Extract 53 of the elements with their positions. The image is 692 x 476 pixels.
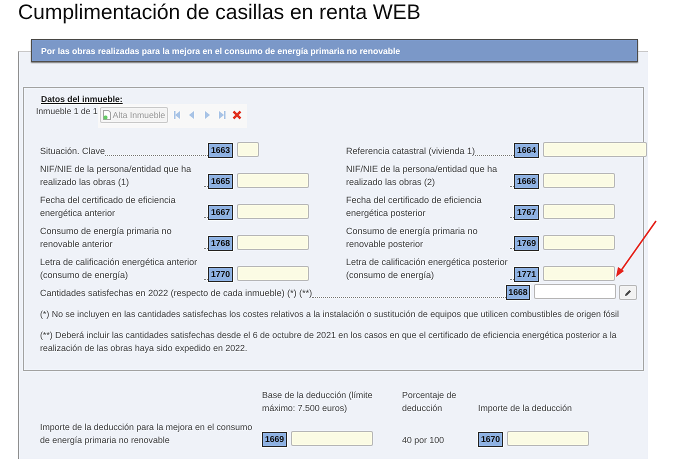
column-header: Importe de la deducción — [478, 402, 573, 415]
box-code: 1668 — [506, 285, 530, 300]
edit-button[interactable] — [619, 285, 637, 300]
box-code: 1771 — [514, 267, 539, 282]
input-field[interactable] — [237, 173, 309, 188]
field-label: Referencia catastral (vivienda 1) — [346, 145, 476, 158]
input-field[interactable] — [543, 173, 615, 188]
input-field[interactable] — [237, 266, 309, 281]
field-label: Letra de calificación energética posterior (consumo de energía) — [346, 256, 509, 282]
box-code: 1666 — [514, 174, 539, 189]
field-label: Fecha del certificado de eficiencia energética anterior — [40, 194, 177, 220]
box-code: 1665 — [208, 174, 233, 189]
field-label: Consumo de energía primaria no renovable anterior — [40, 225, 173, 251]
field-label: Situación. Clave — [40, 145, 106, 158]
field-label: Letra de calificación energética anterior (consumo de energía) — [40, 256, 198, 282]
box-code: 1768 — [208, 236, 233, 251]
box-code: 1670 — [478, 432, 503, 447]
field-label: Importe de la deducción para la mejora en el consumo de energía primaria no renovable — [40, 421, 254, 447]
box-code: 1664 — [514, 143, 539, 158]
page-title: Cumplimentación de casillas en renta WEB — [17, 0, 422, 26]
property-counter: Inmueble 1 de 1 — [36, 106, 98, 116]
column-header: Porcentaje de deducción — [402, 389, 458, 415]
box-code: 1667 — [208, 205, 233, 220]
box-code: 1767 — [514, 205, 539, 220]
percentage-value: 40 por 100 — [402, 434, 444, 447]
property-heading: Datos del inmueble: — [41, 94, 124, 104]
footnote: (*) No se incluyen en las cantidades satisfechas los costes relativos a la instalación o sustitución de equipos que utilicen combustibles de origen fósil — [40, 308, 620, 321]
delete-icon[interactable] — [231, 109, 244, 121]
field-label: Cantidades satisfechas en 2022 (respecto de cada inmueble) (*) (**) — [40, 287, 312, 300]
document-icon — [102, 110, 111, 120]
input-field[interactable] — [291, 431, 373, 446]
input-field[interactable] — [507, 431, 589, 446]
box-code: 1770 — [208, 267, 233, 282]
input-field[interactable] — [237, 142, 259, 157]
field-label: NIF/NIE de la persona/entidad que ha realizado las obras (1) — [40, 163, 192, 189]
box-code: 1769 — [514, 236, 539, 251]
box-code: 1669 — [262, 432, 287, 447]
input-field[interactable] — [237, 235, 309, 250]
input-field[interactable] — [237, 204, 309, 219]
column-header: Base de la deducción (límite máximo: 7.500 euros) — [262, 389, 374, 415]
section-header: Por las obras realizadas para la mejora en el consumo de energía primaria no renovable — [31, 39, 638, 62]
input-field[interactable] — [543, 266, 615, 281]
input-field[interactable] — [543, 235, 615, 250]
input-field[interactable] — [543, 142, 647, 157]
footnote: (**) Deberá incluir las cantidades satisfechas desde el 6 de octubre de 2021 en los casos en que el certificado de eficiencia energética posterior a la realización de las obras haya sido expedido en 2022. — [40, 329, 618, 355]
field-label: NIF/NIE de la persona/entidad que ha realizado las obras (2) — [346, 163, 498, 189]
field-label: Fecha del certificado de eficiencia energética posterior — [346, 194, 483, 220]
input-field[interactable] — [534, 284, 616, 299]
pencil-icon — [624, 288, 632, 296]
box-code: 1663 — [208, 143, 233, 158]
input-field[interactable] — [543, 204, 615, 219]
arrow-annotation — [614, 220, 658, 278]
field-label: Consumo de energía primaria no renovable posterior — [346, 225, 479, 251]
